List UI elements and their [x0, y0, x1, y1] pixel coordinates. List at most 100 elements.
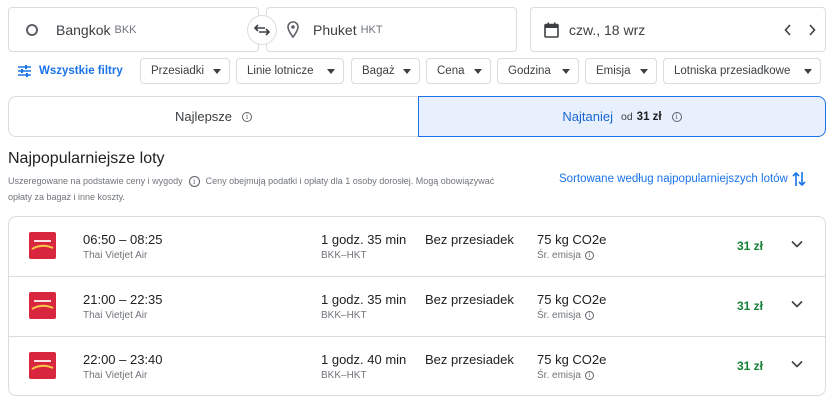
location-pin-icon [287, 21, 299, 38]
origin-city: Bangkok [56, 21, 111, 38]
info-icon[interactable]: i [242, 111, 253, 122]
chevron-left-icon [784, 23, 791, 36]
flight-price: 31 zł [736, 239, 763, 253]
flight-time: 22:00 – 23:40 [83, 352, 163, 367]
chevron-right-icon [809, 23, 816, 36]
flight-stops: Bez przesiadek [425, 352, 514, 367]
origin-code: BKK [114, 23, 137, 36]
tab-best-label: Najlepsze [174, 109, 233, 124]
caret-down-icon [640, 69, 648, 74]
expand-button[interactable] [791, 300, 803, 308]
chip-label: Lotniska przesiadkowe [674, 65, 791, 77]
chip-label: Emisja [596, 65, 631, 77]
airline-name: Thai Vietjet Air [83, 310, 148, 321]
info-icon[interactable]: i [188, 176, 200, 188]
section-title: Najpopularniejsze loty [8, 150, 165, 167]
flight-row[interactable]: 22:00 – 23:40 Thai Vietjet Air 1 godz. 4… [9, 337, 825, 395]
emission-level: Śr. emisja i [537, 310, 594, 321]
flight-row[interactable]: 21:00 – 22:35 Thai Vietjet Air 1 godz. 3… [9, 277, 825, 337]
caret-down-icon [474, 69, 482, 74]
destination-city: Phuket [313, 21, 357, 38]
emission-level: Śr. emisja i [537, 250, 594, 261]
emission-label: Śr. emisja [537, 250, 581, 261]
flight-stops: Bez przesiadek [425, 292, 514, 307]
filter-chip-baggage[interactable]: Bagaż [351, 58, 420, 84]
expand-button[interactable] [791, 240, 803, 248]
flight-duration: 1 godz. 40 min [321, 352, 407, 367]
chip-label: Godzina [508, 65, 551, 77]
emission-label: Śr. emisja [537, 370, 581, 381]
sort-button[interactable]: Sortowane według najpopularniejszych lot… [559, 171, 806, 187]
origin-circle-icon [26, 23, 38, 36]
flight-co2: 75 kg CO2e [537, 292, 607, 307]
airline-logo-icon [29, 352, 56, 379]
flight-time: 06:50 – 08:25 [83, 232, 163, 247]
chip-label: Przesiadki [151, 65, 205, 77]
tab-best[interactable]: Najlepsze i [8, 96, 418, 137]
airline-logo-icon [29, 292, 56, 319]
sort-arrows-icon [792, 171, 806, 187]
flight-duration: 1 godz. 35 min [321, 292, 407, 307]
previous-date-button[interactable] [781, 23, 795, 36]
date-value: czw., 18 wrz [569, 21, 646, 38]
airline-name: Thai Vietjet Air [83, 370, 148, 381]
chip-label: Bagaż [362, 65, 395, 77]
flight-route: BKK–HKT [321, 250, 367, 261]
origin-field[interactable]: Bangkok BKK [8, 7, 259, 52]
chevron-down-icon [791, 300, 803, 308]
emission-label: Śr. emisja [537, 310, 581, 321]
flight-duration: 1 godz. 35 min [321, 232, 407, 247]
flight-route: BKK–HKT [321, 370, 367, 381]
emission-level: Śr. emisja i [537, 370, 594, 381]
sort-label: Sortowane według najpopularniejszych lot… [559, 173, 788, 185]
tune-icon [18, 65, 31, 77]
airline-name: Thai Vietjet Air [83, 250, 148, 261]
info-icon[interactable]: i [584, 311, 594, 320]
section-description: Uszeregowane na podstawie ceny i wygody i… [8, 173, 508, 205]
info-icon[interactable]: i [584, 251, 594, 260]
flight-co2: 75 kg CO2e [537, 232, 607, 247]
filter-chip-price[interactable]: Cena [426, 58, 491, 84]
expand-button[interactable] [791, 360, 803, 368]
ranking-note: Uszeregowane na podstawie ceny i wygody [8, 176, 183, 186]
caret-down-icon [804, 69, 812, 74]
flight-row[interactable]: 06:50 – 08:25 Thai Vietjet Air 1 godz. 3… [9, 217, 825, 277]
filter-chip-airlines[interactable]: Linie lotnicze [236, 58, 344, 84]
filter-chip-connecting-airports[interactable]: Lotniska przesiadkowe [663, 58, 821, 84]
calendar-icon [544, 22, 559, 38]
tab-cheapest-label: Najtaniej [562, 109, 613, 124]
next-date-button[interactable] [805, 23, 819, 36]
flight-co2: 75 kg CO2e [537, 352, 607, 367]
tab-cheapest-prefix: od [620, 110, 633, 123]
sort-tabs: Najlepsze i Najtaniej od 31 zł i [8, 96, 826, 137]
chevron-down-icon [791, 240, 803, 248]
flight-time: 21:00 – 22:35 [83, 292, 163, 307]
filter-chip-time[interactable]: Godzina [497, 58, 579, 84]
chevron-down-icon [791, 360, 803, 368]
tab-cheapest-price: 31 zł [636, 110, 662, 123]
all-filters-label: Wszystkie filtry [39, 65, 123, 77]
caret-down-icon [562, 69, 570, 74]
info-icon[interactable]: i [584, 371, 594, 380]
caret-down-icon [213, 69, 221, 74]
all-filters-button[interactable]: Wszystkie filtry [18, 58, 123, 84]
flight-price: 31 zł [736, 359, 763, 373]
swap-button[interactable] [247, 15, 277, 45]
filter-bar: Wszystkie filtry Przesiadki Linie lotnic… [0, 58, 832, 84]
caret-down-icon [403, 69, 411, 74]
destination-code: HKT [360, 23, 383, 36]
destination-field[interactable]: Phuket HKT [266, 7, 517, 52]
date-field[interactable]: czw., 18 wrz [530, 7, 826, 52]
flight-list: 06:50 – 08:25 Thai Vietjet Air 1 godz. 3… [8, 216, 826, 396]
chip-label: Cena [437, 65, 465, 77]
flight-price: 31 zł [736, 299, 763, 313]
flight-stops: Bez przesiadek [425, 232, 514, 247]
filter-chip-emissions[interactable]: Emisja [585, 58, 657, 84]
chip-label: Linie lotnicze [247, 65, 314, 77]
flight-route: BKK–HKT [321, 310, 367, 321]
tab-cheapest[interactable]: Najtaniej od 31 zł i [418, 96, 826, 137]
swap-arrows-icon [254, 24, 270, 36]
caret-down-icon [327, 69, 335, 74]
filter-chip-stops[interactable]: Przesiadki [140, 58, 230, 84]
info-icon[interactable]: i [671, 111, 682, 122]
